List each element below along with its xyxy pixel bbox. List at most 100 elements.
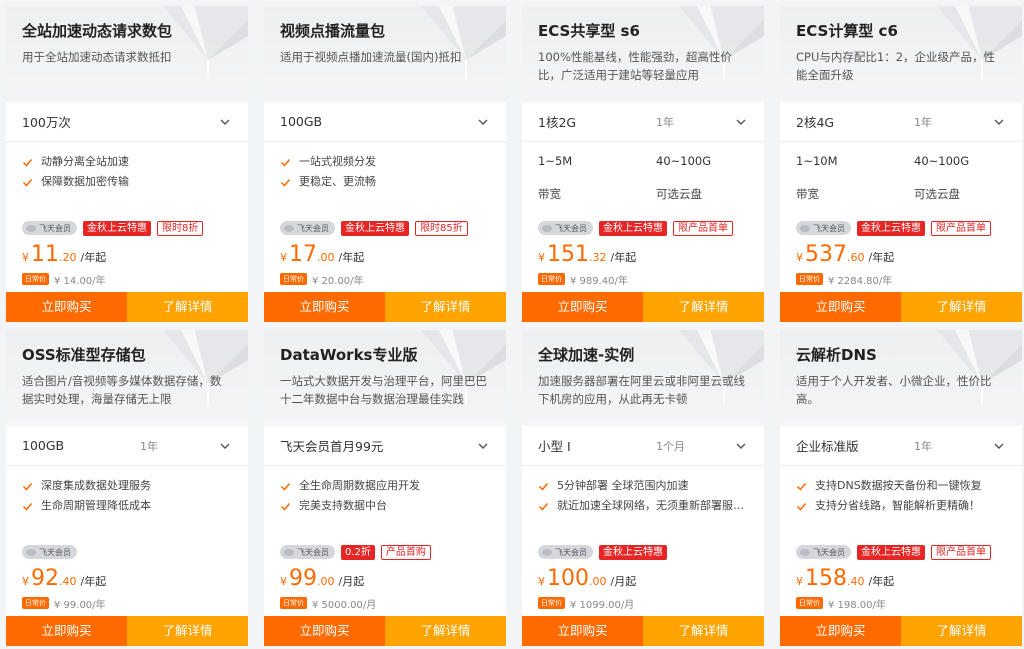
chevron-down-icon[interactable] [476,115,490,129]
feature-item: 深度集成数据处理服务 [22,476,232,496]
original-price-value: ¥ 20.00/年 [312,275,364,287]
price-decimal: .00 [317,251,335,264]
buy-now-button[interactable]: 立即购买 [780,616,901,646]
learn-more-button[interactable]: 了解详情 [901,292,1022,322]
check-icon [22,502,33,511]
buy-now-button[interactable]: 立即购买 [6,616,127,646]
chevron-down-icon[interactable] [218,439,232,453]
price-integer: 158 [805,566,847,591]
product-title: DataWorks专业版 [280,346,418,364]
feature-item: 全生命周期数据应用开发 [280,476,490,496]
currency-symbol: ¥ [22,251,29,264]
product-description: 用于全站加速动态请求数抵扣 [22,50,172,64]
spec-dropdown[interactable]: 飞天会员首月99元 [264,426,506,466]
spec-dropdown[interactable]: 2核4G 1年 [780,102,1022,142]
decorative-prism-icon [163,6,248,80]
product-title: 视频点播流量包 [280,22,386,40]
card-actions: 立即购买 了解详情 [6,616,248,646]
check-icon [796,482,807,491]
spec-label: 可选云盘 [914,187,960,201]
member-icon [542,548,552,556]
price-decimal: .00 [317,575,335,588]
price-decimal: .40 [847,575,865,588]
spec-dropdown[interactable]: 企业标准版 1年 [780,426,1022,466]
member-icon [26,224,36,232]
price-unit: /年起 [610,251,637,264]
currency-symbol: ¥ [796,575,803,588]
learn-more-button[interactable]: 了解详情 [127,616,248,646]
buy-now-button[interactable]: 立即购买 [522,292,643,322]
price-integer: 99 [289,566,317,591]
chevron-down-icon[interactable] [476,439,490,453]
learn-more-button[interactable]: 了解详情 [385,616,506,646]
spec-summary: 1~10M 40~100G 带宽 可选云盘 [780,142,1022,216]
limit-badge: 限产品首单 [673,220,733,236]
buy-now-button[interactable]: 立即购买 [780,292,901,322]
product-card: DataWorks专业版 一站式大数据开发与治理平台，阿里巴巴十二年数据中台与数… [264,330,506,646]
learn-more-button[interactable]: 了解详情 [385,292,506,322]
feature-item: 5分钟部署 全球范围内加速 [538,476,748,496]
card-actions: 立即购买 了解详情 [522,292,764,322]
original-price-value: ¥ 1099.00/月 [570,599,635,611]
buy-now-button[interactable]: 立即购买 [264,292,385,322]
spec-value: 1~10M [796,154,838,168]
spec-label: 可选云盘 [656,187,702,201]
member-badge: 飞天会员 [280,545,335,559]
duration-value: 1年 [656,115,674,129]
decorative-prism-icon [421,6,506,80]
spec-dropdown[interactable]: 100万次 [6,102,248,142]
duration-value: 1年 [140,439,158,453]
spec-selected-value: 100万次 [22,115,71,130]
learn-more-button[interactable]: 了解详情 [643,616,764,646]
learn-more-button[interactable]: 了解详情 [127,292,248,322]
chevron-down-icon[interactable] [992,439,1006,453]
spec-dropdown[interactable]: 100GB 1年 [6,426,248,466]
original-price: 日常价 ¥ 2284.80/年 [780,270,1022,288]
price-unit: /年起 [338,251,365,264]
price: ¥ 100 .00 /月起 [522,564,764,594]
original-price-tag: 日常价 [22,597,49,609]
member-icon [800,224,810,232]
card-header: 全球加速-实例 加速服务器部署在阿里云或非阿里云或线下机房的应用，从此再无卡顿 [522,330,764,426]
chevron-down-icon[interactable] [734,115,748,129]
spec-dropdown[interactable]: 小型 I 1个月 [522,426,764,466]
product-description: 适合图片/音视频等多媒体数据存储，数据实时处理，海量存储无上限 [22,374,222,406]
member-badge: 飞天会员 [538,221,593,235]
price-unit: /月起 [610,575,637,588]
member-icon [542,224,552,232]
price: ¥ 11 .20 /年起 [6,240,248,270]
feature-item: 生命周期管理降低成本 [22,496,232,516]
feature-list: 动静分离全站加速 保障数据加密传输 [6,142,248,216]
chevron-down-icon[interactable] [992,115,1006,129]
badge-row: 飞天会员 金秋上云特惠 [522,540,764,564]
price-integer: 11 [31,242,59,267]
product-title: 全球加速-实例 [538,346,635,364]
promo-badge: 金秋上云特惠 [83,220,151,236]
learn-more-button[interactable]: 了解详情 [643,292,764,322]
feature-text: 就近加速全球网络，无须重新部署服务... [557,499,748,512]
chevron-down-icon[interactable] [218,115,232,129]
check-icon [538,482,549,491]
feature-item: 保障数据加密传输 [22,172,232,192]
original-price-tag: 日常价 [538,273,565,285]
buy-now-button[interactable]: 立即购买 [6,292,127,322]
card-actions: 立即购买 了解详情 [780,616,1022,646]
duration-value: 1年 [914,439,932,453]
check-icon [22,158,33,167]
spec-dropdown[interactable]: 100GB [264,102,506,142]
card-header: DataWorks专业版 一站式大数据开发与治理平台，阿里巴巴十二年数据中台与数… [264,330,506,426]
member-badge: 飞天会员 [538,545,593,559]
chevron-down-icon[interactable] [734,439,748,453]
product-card: OSS标准型存储包 适合图片/音视频等多媒体数据存储，数据实时处理，海量存储无上… [6,330,248,646]
check-icon [280,178,291,187]
card-actions: 立即购买 了解详情 [780,292,1022,322]
check-icon [538,502,549,511]
product-card: 视频点播流量包 适用于视频点播加速流量(国内)抵扣 100GB 一站式视频分发更… [264,6,506,322]
buy-now-button[interactable]: 立即购买 [264,616,385,646]
original-price-value: ¥ 14.00/年 [54,275,106,287]
price-unit: /年起 [80,251,107,264]
spec-dropdown[interactable]: 1核2G 1年 [522,102,764,142]
buy-now-button[interactable]: 立即购买 [522,616,643,646]
learn-more-button[interactable]: 了解详情 [901,616,1022,646]
original-price-tag: 日常价 [796,273,823,285]
